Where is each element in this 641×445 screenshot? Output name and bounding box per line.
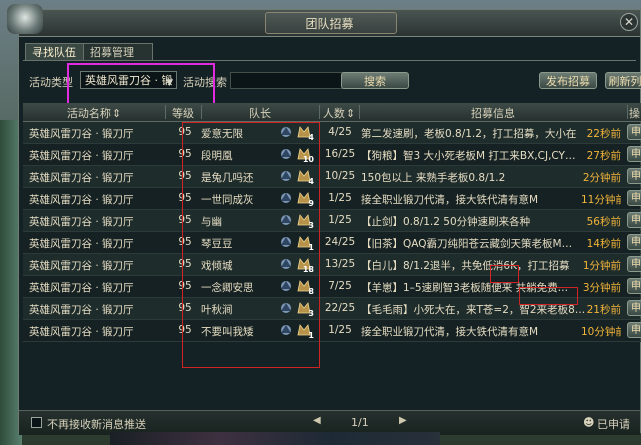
activity-search-input[interactable]	[230, 72, 345, 89]
applied-label[interactable]: 已申请	[597, 416, 630, 432]
no-notify-checkbox[interactable]	[31, 417, 42, 428]
member-count: 1/25	[328, 324, 352, 336]
member-count: 22/25	[324, 302, 356, 314]
member-count: 4/25	[328, 126, 352, 138]
activity-name: 英雄风雷刀谷 · 锻刀厅	[29, 326, 134, 338]
apply-button[interactable]: 申	[627, 322, 641, 338]
sort-icon[interactable]: ⇕	[346, 107, 355, 120]
apply-button[interactable]: 申	[627, 234, 641, 250]
apply-button[interactable]: 申	[627, 256, 641, 272]
pager: ◀ 1/1 ▶	[313, 415, 413, 431]
table-row[interactable]: 英雄风雷刀谷 · 锻刀厅 95 是兔几吗还 4 10/25 150包以上 来熟手老板0.8…	[23, 166, 641, 188]
post-time: 2分钟前	[582, 172, 621, 184]
member-count: 16/25	[324, 148, 356, 160]
app-logo-icon	[7, 4, 43, 34]
post-time: 10分钟前	[581, 326, 621, 338]
table-row[interactable]: 英雄风雷刀谷 · 锻刀厅 95 戏倾城 18 13/25 【白儿】8/1.2退半，共免低消…	[23, 254, 641, 276]
table-row[interactable]: 英雄风雷刀谷 · 锻刀厅 95 琴豆豆 1 24/25 【旧茶】QAQ霸刀纯阳苍云藏剑天策…	[23, 232, 641, 254]
game-skillbar	[110, 432, 440, 445]
post-time: 27秒前	[586, 150, 621, 162]
col-operation: 操	[629, 107, 640, 120]
tab-divider	[23, 60, 636, 61]
no-notify-label: 不再接收新消息推送	[47, 418, 146, 431]
table-row[interactable]: 英雄风雷刀谷 · 锻刀厅 95 一世同成灰 9 1/25 接全职业锻刀代清，接大铁代清有意…	[23, 188, 641, 210]
member-count: 1/25	[328, 192, 352, 204]
recruit-info: 【止剑】0.8/1.2 50分钟速刷来各种	[361, 216, 531, 228]
post-time: 1分钟前	[582, 260, 621, 272]
recruit-info: 150包以上 来熟手老板0.8/1.2	[361, 172, 506, 184]
activity-name: 英雄风雷刀谷 · 锻刀厅	[29, 282, 134, 294]
applied-icon[interactable]: ☻	[583, 416, 594, 429]
recruit-info: 第二发速刷，老板0.8/1.2，打工招募，大小在	[361, 128, 577, 140]
activity-name: 英雄风雷刀谷 · 锻刀厅	[29, 260, 134, 272]
member-count: 24/25	[324, 236, 356, 248]
apply-button[interactable]: 申	[627, 168, 641, 184]
activity-name: 英雄风雷刀谷 · 锻刀厅	[29, 194, 134, 206]
recruit-info: 接全职业锻刀代清，接大铁代清有意M	[361, 194, 539, 206]
table-row[interactable]: 英雄风雷刀谷 · 锻刀厅 95 不要叫我矮 1 1/25 接全职业锻刀代清，接大铁代清有意…	[23, 320, 641, 342]
close-button[interactable]: ✕	[620, 13, 638, 31]
table-row[interactable]: 英雄风雷刀谷 · 锻刀厅 95 与幽 3 1/25 【止剑】0.8/1.2 50分钟速刷来…	[23, 210, 641, 232]
apply-button[interactable]: 申	[627, 278, 641, 294]
member-count: 13/25	[324, 258, 356, 270]
col-activity-name[interactable]: 活动名称 ⇕	[23, 105, 165, 121]
apply-button[interactable]: 申	[627, 146, 641, 162]
apply-button[interactable]: 申	[627, 124, 641, 140]
activity-type-highlight	[67, 63, 215, 105]
col-info: 招募信息	[471, 107, 515, 120]
apply-button[interactable]: 申	[627, 212, 641, 228]
leader-column-highlight	[182, 122, 320, 368]
prev-page-icon[interactable]: ◀	[313, 415, 321, 426]
post-time: 11分钟前	[581, 194, 621, 206]
team-recruit-window: 团队招募 ✕ 寻找队伍 招募管理 活动类型 英雄风雷刀谷 · 锻 ▼ 活动搜索 …	[7, 4, 641, 435]
recruit-info: 接全职业锻刀代清，接大铁代清有意M	[361, 326, 539, 338]
recruit-info: 【旧茶】QAQ霸刀纯阳苍云藏剑天策老板M…	[361, 238, 573, 250]
post-time: 56秒前	[586, 216, 621, 228]
recruit-table: 活动名称 ⇕ 等级 队长 人数 ⇕ 招募信息 操 英雄风雷刀谷 · 锻刀厅 95 爱…	[23, 103, 641, 415]
refresh-list-button[interactable]: 刷新列	[605, 72, 641, 89]
col-level[interactable]: 等级	[165, 105, 201, 121]
post-time: 21秒前	[586, 304, 621, 316]
col-count[interactable]: 人数 ⇕	[319, 105, 359, 121]
member-count: 10/25	[324, 170, 356, 182]
tab-find-team[interactable]: 寻找队伍	[25, 43, 89, 61]
activity-name: 英雄风雷刀谷 · 锻刀厅	[29, 304, 134, 316]
tab-recruit-manage[interactable]: 招募管理	[83, 43, 153, 61]
activity-name: 英雄风雷刀谷 · 锻刀厅	[29, 216, 134, 228]
activity-name: 英雄风雷刀谷 · 锻刀厅	[29, 128, 134, 140]
apply-button[interactable]: 申	[627, 300, 641, 316]
page-indicator: 1/1	[351, 416, 369, 429]
apply-button[interactable]: 申	[627, 190, 641, 206]
publish-recruit-button[interactable]: 发布招募	[539, 72, 597, 89]
recruit-info: 【狗粮】智3 大小死老板M 打工来BX,CJ,CY…	[361, 150, 576, 162]
search-button[interactable]: 搜索	[341, 72, 409, 89]
post-time: 14秒前	[586, 238, 621, 250]
col-leader[interactable]: 队长	[201, 105, 319, 121]
title-bar[interactable]: 团队招募 ✕	[19, 10, 640, 37]
activity-name: 英雄风雷刀谷 · 锻刀厅	[29, 238, 134, 250]
activity-name: 英雄风雷刀谷 · 锻刀厅	[29, 172, 134, 184]
post-time: 22秒前	[586, 128, 621, 140]
activity-name: 英雄风雷刀谷 · 锻刀厅	[29, 150, 134, 162]
table-row[interactable]: 英雄风雷刀谷 · 锻刀厅 95 段明凰 10 16/25 【狗粮】智3 大小死老板M 打工…	[23, 144, 641, 166]
recruit-info: 【白儿】8/1.2退半，共免低消6K，打工招募	[361, 260, 570, 272]
member-count: 1/25	[328, 214, 352, 226]
window-title: 团队招募	[305, 17, 354, 31]
next-page-icon[interactable]: ▶	[399, 415, 407, 426]
sort-icon[interactable]: ⇕	[112, 107, 121, 120]
info-highlight-free	[490, 265, 519, 283]
table-header: 活动名称 ⇕ 等级 队长 人数 ⇕ 招募信息 操	[23, 103, 641, 122]
member-count: 7/25	[328, 280, 352, 292]
post-time: 3分钟前	[582, 282, 621, 294]
table-row[interactable]: 英雄风雷刀谷 · 锻刀厅 95 爱意无限 4 4/25 第二发速刷，老板0.8/1.2，打…	[23, 122, 641, 144]
info-highlight-free-lie	[519, 287, 578, 305]
